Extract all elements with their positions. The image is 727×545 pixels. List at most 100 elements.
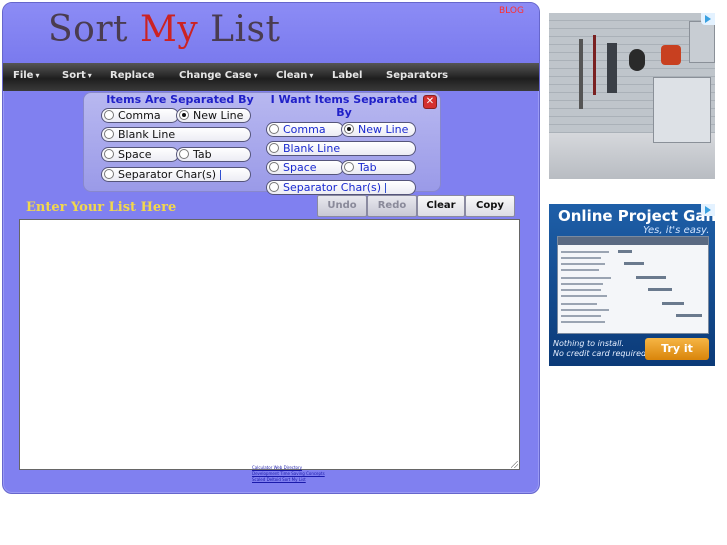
list-textarea[interactable] xyxy=(19,219,520,470)
list-label: Enter Your List Here xyxy=(26,200,177,215)
title-part-sort: Sort xyxy=(48,9,140,50)
resize-grip-icon[interactable] xyxy=(511,461,518,468)
menu-label[interactable]: Label xyxy=(332,70,363,81)
ad-note: Nothing to install. No credit card requi… xyxy=(553,339,649,359)
ad-chart-header xyxy=(558,237,708,245)
ad-chart-row xyxy=(561,309,609,311)
radio-icon xyxy=(269,162,279,172)
ad-chart-row xyxy=(561,289,601,291)
radio-label: Comma xyxy=(118,109,161,122)
ad-chart-row xyxy=(561,321,605,323)
input-sep-comma-radio[interactable]: Comma xyxy=(101,108,179,123)
garage-ad-image[interactable] xyxy=(549,13,715,179)
ad-chart-row xyxy=(561,315,601,317)
close-icon[interactable]: ✕ xyxy=(423,95,437,109)
radio-icon xyxy=(104,110,114,120)
redo-button[interactable]: Redo xyxy=(367,195,417,217)
ad-choices-icon[interactable] xyxy=(701,204,715,216)
ad-choices-icon[interactable] xyxy=(701,13,715,25)
output-sep-comma-radio[interactable]: Comma xyxy=(266,122,344,137)
input-sep-chars-radio[interactable]: Separator Char(s) xyxy=(101,167,251,182)
ad-chart-row xyxy=(561,257,601,259)
radio-icon xyxy=(344,162,354,172)
ad-note-line1: Nothing to install. xyxy=(553,339,625,348)
radio-icon xyxy=(269,143,279,153)
radio-icon xyxy=(179,149,189,159)
menubar: File ▾ Sort ▾ Replace Change Case ▾ Clean ▾ … xyxy=(3,63,539,91)
menu-file-label: File xyxy=(13,70,34,81)
chevron-down-icon: ▾ xyxy=(35,71,40,80)
menu-file[interactable]: File ▾ xyxy=(13,70,39,81)
radio-label: Space xyxy=(283,161,317,174)
copy-button[interactable]: Copy xyxy=(465,195,515,217)
try-free-button[interactable]: Try it FREE! xyxy=(645,338,709,366)
radio-icon xyxy=(104,169,114,179)
ad-tool xyxy=(607,43,617,93)
footer-links: Calculator Web Directory Development Tim… xyxy=(252,465,325,483)
ad-tagline: Yes, it's easy. xyxy=(643,225,710,236)
radio-icon xyxy=(269,182,279,192)
menu-sort-label: Sort xyxy=(62,70,86,81)
input-separator-title: Items Are Separated By xyxy=(106,93,254,106)
menu-separators[interactable]: Separators xyxy=(386,70,448,81)
gantt-ad[interactable]: Online Project Gantt Yes, it's easy. Not… xyxy=(549,204,715,366)
menu-replace-label: Replace xyxy=(110,70,155,81)
title-part-my: My xyxy=(139,9,199,50)
chevron-down-icon: ▾ xyxy=(253,71,258,80)
menu-change-case-label: Change Case xyxy=(179,70,252,81)
chevron-down-icon: ▾ xyxy=(309,71,314,80)
ad-cabinet xyxy=(653,77,711,143)
ad-chart-row xyxy=(561,269,599,271)
ad-chart-row xyxy=(561,303,597,305)
ad-cabinet xyxy=(689,21,715,63)
output-sep-blank-line-radio[interactable]: Blank Line xyxy=(266,141,416,156)
ad-chart-bar xyxy=(648,288,672,291)
menu-replace[interactable]: Replace xyxy=(110,70,155,81)
menu-sort[interactable]: Sort ▾ xyxy=(62,70,92,81)
output-sep-tab-radio[interactable]: Tab xyxy=(341,160,416,175)
radio-label: New Line xyxy=(358,123,409,136)
separator-char-input[interactable] xyxy=(220,170,224,180)
menu-separators-label: Separators xyxy=(386,70,449,81)
output-sep-space-radio[interactable]: Space xyxy=(266,160,344,175)
radio-label: Separator Char(s) xyxy=(118,168,217,181)
ad-chart-row xyxy=(561,263,605,265)
menu-label-label: Label xyxy=(332,70,363,81)
input-sep-space-radio[interactable]: Space xyxy=(101,147,179,162)
input-sep-tab-radio[interactable]: Tab xyxy=(176,147,251,162)
title-part-list: List xyxy=(198,9,281,50)
radio-label: New Line xyxy=(193,109,244,122)
input-sep-blank-line-radio[interactable]: Blank Line xyxy=(101,127,251,142)
output-separator-title-line2: By xyxy=(336,106,352,119)
radio-label: Space xyxy=(118,148,152,161)
app-title: Sort My List xyxy=(48,9,280,50)
ad-tool xyxy=(593,35,596,95)
clear-button[interactable]: Clear xyxy=(417,195,465,217)
separator-char-input[interactable] xyxy=(385,183,389,193)
radio-label: Blank Line xyxy=(118,128,176,141)
ad-tool xyxy=(661,45,681,65)
radio-label: Tab xyxy=(358,161,377,174)
menu-change-case[interactable]: Change Case ▾ xyxy=(179,70,258,81)
ad-chart-row xyxy=(561,277,611,279)
undo-button[interactable]: Undo xyxy=(317,195,367,217)
radio-label: Comma xyxy=(283,123,326,136)
menu-clean[interactable]: Clean ▾ xyxy=(276,70,313,81)
ad-chart-row xyxy=(561,283,603,285)
radio-label: Blank Line xyxy=(283,142,341,155)
radio-icon xyxy=(104,129,114,139)
ad-chart-bar xyxy=(624,262,644,265)
input-sep-new-line-radio[interactable]: New Line xyxy=(176,108,251,123)
footer-link[interactable]: Scaled Deltoid Sort My List xyxy=(252,477,325,483)
radio-icon xyxy=(269,124,279,134)
radio-icon xyxy=(104,149,114,159)
output-sep-chars-radio[interactable]: Separator Char(s) xyxy=(266,180,416,195)
sort-my-list-app: Sort My List BLOG File ▾ Sort ▾ Replace Ch… xyxy=(2,2,540,494)
blog-link[interactable]: BLOG xyxy=(499,6,524,16)
output-sep-new-line-radio[interactable]: New Line xyxy=(341,122,416,137)
radio-label: Separator Char(s) xyxy=(283,181,382,194)
ad-note-line2: No credit card required. xyxy=(553,349,649,358)
output-separator-title-line1: I Want Items Separated xyxy=(270,93,418,106)
ad-headline: Online Project Gantt xyxy=(558,207,715,225)
radio-selected-icon xyxy=(344,124,354,134)
